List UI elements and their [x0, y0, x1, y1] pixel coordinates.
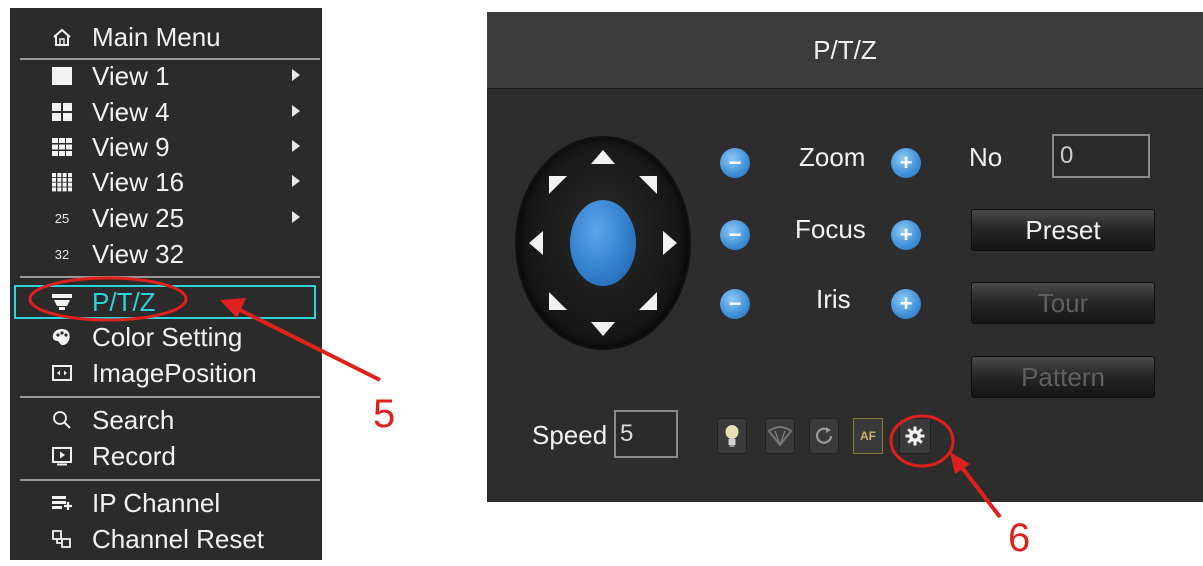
menu-item-ip-channel[interactable]: IP Channel: [20, 486, 316, 520]
focus-minus-button[interactable]: −: [720, 220, 750, 250]
menu-item-view-25[interactable]: 25 View 25: [20, 201, 316, 235]
menu-item-label: View 1: [92, 60, 170, 91]
zoom-plus-button[interactable]: +: [891, 148, 921, 178]
menu-item-channel-reset[interactable]: Channel Reset: [20, 522, 316, 556]
menu-item-view-16[interactable]: View 16: [20, 165, 316, 199]
ptz-camera-icon: [44, 292, 80, 312]
menu-item-label: View 25: [92, 202, 185, 233]
menu-item-label: IP Channel: [92, 487, 221, 518]
view32-icon: 32: [54, 246, 70, 262]
preset-button[interactable]: Preset: [971, 209, 1155, 251]
zoom-minus-button[interactable]: −: [720, 148, 750, 178]
speed-label: Speed: [532, 420, 608, 450]
iris-label: Iris: [816, 284, 851, 314]
pan-up-left-icon[interactable]: [549, 176, 567, 194]
menu-item-color-setting[interactable]: Color Setting: [20, 320, 316, 354]
submenu-arrow-icon: [292, 140, 300, 152]
view25-icon: 25: [54, 210, 70, 226]
menu-divider: [20, 479, 320, 481]
pan-down-icon[interactable]: [591, 322, 615, 336]
annotation-step-6: 6: [1008, 516, 1031, 560]
menu-divider: [20, 276, 320, 278]
menu-item-label: Channel Reset: [92, 523, 264, 554]
auto-scan-icon[interactable]: [809, 418, 839, 454]
auto-focus-icon[interactable]: AF: [853, 418, 883, 454]
submenu-arrow-icon: [292, 69, 300, 81]
zoom-label: Zoom: [799, 142, 866, 172]
pattern-button-label: Pattern: [1021, 361, 1105, 392]
preset-button-label: Preset: [1025, 214, 1101, 245]
menu-item-label: View 16: [92, 166, 185, 197]
speed-input[interactable]: [614, 410, 678, 458]
focus-plus-button[interactable]: +: [891, 220, 921, 250]
menu-item-label: Main Menu: [92, 21, 221, 52]
annotation-step-5: 5: [373, 392, 396, 436]
pan-up-right-icon[interactable]: [639, 176, 657, 194]
menu-item-ptz[interactable]: P/T/Z: [20, 285, 316, 319]
menu-item-image-position[interactable]: ImagePosition: [20, 356, 316, 390]
light-icon[interactable]: [717, 418, 747, 454]
view9-icon: [44, 137, 80, 157]
focus-label: Focus: [795, 214, 866, 244]
tour-button-label: Tour: [1037, 287, 1089, 318]
submenu-arrow-icon: [292, 105, 300, 117]
image-position-icon: [44, 363, 80, 383]
wiper-icon[interactable]: [765, 418, 795, 454]
menu-item-view-4[interactable]: View 4: [20, 95, 316, 129]
menu-item-label: View 32: [92, 238, 185, 269]
menu-item-label: Color Setting: [92, 321, 243, 352]
direction-pad: [517, 138, 689, 348]
menu-item-view-9[interactable]: View 9: [20, 130, 316, 164]
home-icon: [44, 27, 80, 47]
ip-channel-icon: [44, 493, 80, 513]
ptz-title-bar: P/T/Z: [487, 12, 1203, 89]
menu-item-label: P/T/Z: [92, 286, 156, 317]
menu-item-main-menu[interactable]: Main Menu: [20, 20, 316, 54]
pan-up-icon[interactable]: [591, 150, 615, 164]
menu-divider: [20, 396, 320, 398]
menu-item-label: ImagePosition: [92, 357, 257, 388]
iris-plus-button[interactable]: +: [891, 289, 921, 319]
menu-item-record[interactable]: Record: [20, 439, 316, 473]
menu-item-search[interactable]: Search: [20, 403, 316, 437]
submenu-arrow-icon: [292, 211, 300, 223]
pan-down-right-icon[interactable]: [639, 292, 657, 310]
menu-item-view-32[interactable]: 32 View 32: [20, 237, 316, 271]
pan-right-icon[interactable]: [663, 231, 677, 255]
menu-item-label: Record: [92, 440, 176, 471]
direction-pad-center[interactable]: [570, 200, 636, 286]
view16-icon: [44, 172, 80, 192]
tour-button[interactable]: Tour: [971, 282, 1155, 324]
search-icon: [44, 410, 80, 430]
iris-minus-button[interactable]: −: [720, 289, 750, 319]
menu-item-label: View 4: [92, 96, 170, 127]
pan-left-icon[interactable]: [529, 231, 543, 255]
settings-gear-icon[interactable]: [899, 418, 931, 454]
menu-item-view-1[interactable]: View 1: [20, 59, 316, 93]
pan-down-left-icon[interactable]: [549, 292, 567, 310]
view1-icon: [44, 66, 80, 86]
context-menu: Main Menu View 1 View 4 View 9 View 16 2…: [10, 8, 322, 560]
submenu-arrow-icon: [292, 175, 300, 187]
auto-focus-label: AF: [860, 429, 876, 443]
menu-item-label: View 9: [92, 131, 170, 162]
pattern-button[interactable]: Pattern: [971, 356, 1155, 398]
menu-item-label: Search: [92, 404, 175, 435]
palette-icon: [44, 327, 80, 347]
record-icon: [44, 446, 80, 466]
channel-reset-icon: [44, 529, 80, 549]
ptz-title: P/T/Z: [813, 34, 877, 65]
ptz-panel: P/T/Z − Zoom + − Focus + − Iris + No Pre…: [487, 12, 1203, 502]
view4-icon: [44, 102, 80, 122]
preset-number-input[interactable]: [1052, 134, 1150, 178]
preset-number-label: No: [969, 142, 1003, 172]
